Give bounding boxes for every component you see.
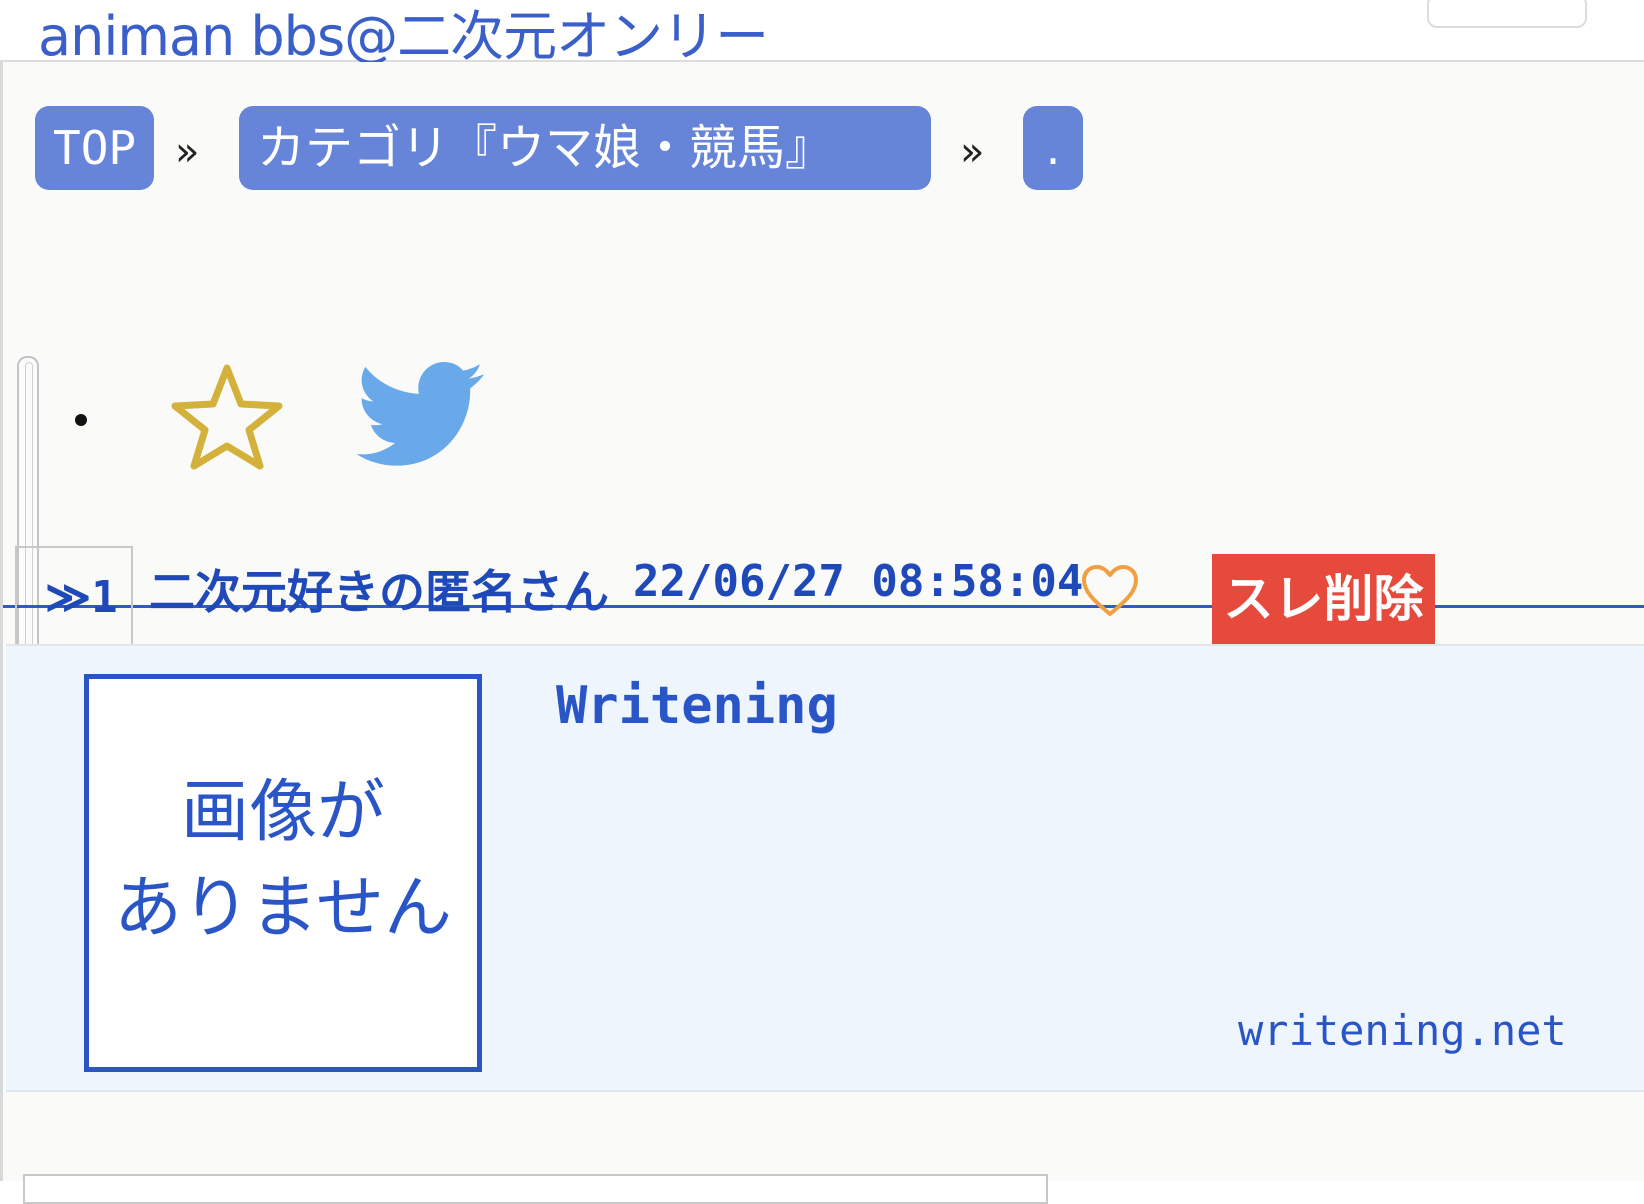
post-number-button[interactable]: ≫1	[15, 546, 133, 650]
no-image-thumbnail: 画像が ありません	[84, 674, 482, 1072]
list-bullet	[75, 414, 87, 426]
breadcrumb-top-link[interactable]: TOP	[35, 106, 155, 190]
menu-button[interactable]	[1427, 0, 1587, 28]
post-datetime: 22/06/27 08:58:04	[633, 556, 1084, 607]
twitter-icon[interactable]	[353, 362, 489, 474]
breadcrumb-separator: »	[175, 129, 200, 175]
heart-outline-icon[interactable]	[1081, 564, 1139, 622]
link-preview-card[interactable]: 画像が ありません Writening writening.net	[6, 644, 1644, 1092]
breadcrumb-thread-link[interactable]: .	[1023, 106, 1083, 190]
delete-thread-button[interactable]: スレ削除	[1212, 554, 1435, 644]
link-card-title[interactable]: Writening	[556, 676, 838, 736]
breadcrumb-category-link[interactable]: カテゴリ『ウマ娘・競馬』	[239, 106, 931, 190]
thumbnail-text-line2: ありません	[114, 869, 452, 948]
post-header: ≫1 二次元好きの匿名さん 22/06/27 08:58:04 スレ削除	[3, 478, 1644, 650]
page-content: TOP » カテゴリ『ウマ娘・競馬』 » . ≫1 二次元好きの匿名さん 22/…	[0, 62, 1644, 1204]
site-header: animan bbs@二次元オンリー	[0, 0, 1644, 68]
site-title[interactable]: animan bbs@二次元オンリー	[38, 0, 769, 71]
breadcrumb-separator: »	[960, 129, 985, 175]
link-card-domain: writening.net	[1238, 1006, 1567, 1055]
poster-name: 二次元好きの匿名さん	[149, 565, 609, 619]
reply-box[interactable]	[23, 1174, 1048, 1204]
star-icon[interactable]	[165, 362, 289, 478]
thumbnail-text-line1: 画像が	[180, 773, 385, 852]
